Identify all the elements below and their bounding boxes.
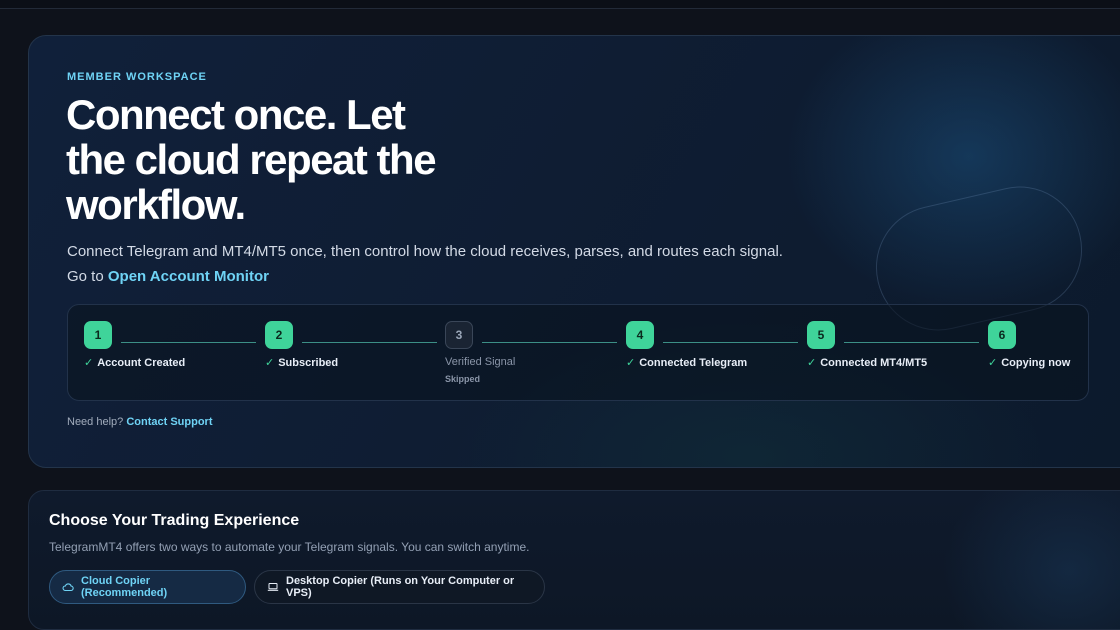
step-label: ✓ Connected MT4/MT5 [807,356,927,369]
step-connector-line [302,342,437,343]
step-label-text: Copying now [1001,357,1071,369]
step-label-text: Account Created [97,357,186,369]
step-copying-now: 6 ✓ Copying now [988,321,1120,391]
step-connector-line [663,342,798,343]
step-status-skipped: Skipped [445,374,481,384]
step-number-badge: 5 [807,321,835,349]
step-label-text: Subscribed [278,357,339,369]
step-label: ✓ Copying now [988,356,1070,369]
step-connected-mt4-mt5: 5 ✓ Connected MT4/MT5 [807,321,982,391]
check-icon: ✓ [626,357,636,369]
step-connector-line [844,342,979,343]
trading-experience-panel: Choose Your Trading Experience TelegramM… [28,490,1120,630]
step-connector-line [121,342,256,343]
cloud-icon [62,583,74,592]
hero-subtitle: Connect Telegram and MT4/MT5 once, then … [67,239,787,289]
step-label: Verified Signal [445,356,515,368]
tab-label: Desktop Copier (Runs on Your Computer or… [286,575,515,599]
check-icon: ✓ [265,357,275,369]
tab-cloud-copier[interactable]: Cloud Copier (Recommended) [49,570,246,604]
tab-label: Cloud Copier (Recommended) [81,575,168,599]
step-label: ✓ Connected Telegram [626,356,747,369]
hero-eyebrow: MEMBER WORKSPACE [67,71,207,83]
experience-subtitle: TelegramMT4 offers two ways to automate … [49,540,530,554]
check-icon: ✓ [988,357,998,369]
experience-title: Choose Your Trading Experience [49,512,300,529]
laptop-icon [267,583,279,591]
step-number-badge: 6 [988,321,1016,349]
step-label: ✓ Account Created [84,356,185,369]
hero-title: Connect once. Let the cloud repeat the w… [66,91,437,228]
help-line: Need help? Contact Support [67,416,213,428]
hero-panel: MEMBER WORKSPACE Connect once. Let the c… [28,35,1120,468]
step-label-text: Connected Telegram [639,357,748,369]
step-account-created: 1 ✓ Account Created [84,321,259,391]
step-number-badge: 2 [265,321,293,349]
step-label-text: Connected MT4/MT5 [820,357,928,369]
step-connector-line [482,342,617,343]
step-label-text: Verified Signal [445,356,516,368]
tab-desktop-copier[interactable]: Desktop Copier (Runs on Your Computer or… [254,570,545,604]
step-number-badge: 1 [84,321,112,349]
step-connected-telegram: 4 ✓ Connected Telegram [626,321,801,391]
open-account-monitor-link[interactable]: Open Account Monitor [108,268,269,285]
step-subscribed: 2 ✓ Subscribed [265,321,440,391]
check-icon: ✓ [807,357,817,369]
step-verified-signal: 3 Verified Signal Skipped [445,321,620,391]
top-bar [0,0,1120,9]
step-number-badge: 3 [445,321,473,349]
check-icon: ✓ [84,357,94,369]
help-text: Need help? [67,416,124,428]
contact-support-link[interactable]: Contact Support [126,416,212,428]
step-label: ✓ Subscribed [265,356,338,369]
onboarding-steps: 1 ✓ Account Created 2 ✓ Subscribed 3 Verif… [67,304,1089,401]
step-number-badge: 4 [626,321,654,349]
